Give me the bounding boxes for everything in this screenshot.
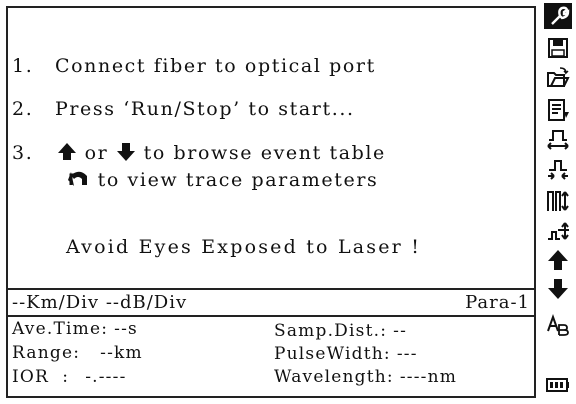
main-panel: 1. Connect fiber to optical port 2. Pres… xyxy=(6,6,536,398)
param-value: --km xyxy=(100,343,143,363)
battery-icon xyxy=(544,372,572,398)
instruction-text: Press ‘Run/Stop’ to start... xyxy=(54,98,355,120)
event-list-icon[interactable] xyxy=(544,97,572,123)
instruction-line-2: 2. Press ‘Run/Stop’ to start... xyxy=(12,98,355,120)
or-text: or xyxy=(84,142,109,164)
laser-warning: Avoid Eyes Exposed to Laser ! xyxy=(66,236,422,258)
param-value: -- xyxy=(393,321,408,341)
instruction-text: to browse event table xyxy=(143,142,386,164)
ior-field: IOR : -.---- xyxy=(12,367,127,387)
param-value: ----nm xyxy=(399,367,458,387)
instruction-text: to view trace parameters xyxy=(97,169,379,191)
instruction-area: 1. Connect fiber to optical port 2. Pres… xyxy=(8,8,534,288)
instruction-text: Connect fiber to optical port xyxy=(54,55,376,77)
samp-dist-field: Samp.Dist.: -- xyxy=(274,321,407,341)
parameter-panel: Ave.Time: --s Range: --km IOR : -.---- Samp… xyxy=(8,317,534,396)
param-label: IOR : xyxy=(12,367,70,387)
scale-bar: --Km/Div --dB/Div Para-1 xyxy=(8,288,534,317)
instruction-line-4: to view trace parameters xyxy=(68,169,378,191)
param-value: --s xyxy=(114,319,138,339)
vertical-scale-icon[interactable] xyxy=(544,188,572,214)
param-label: Samp.Dist.: xyxy=(274,321,388,341)
pulse-expand-icon[interactable] xyxy=(544,127,572,153)
arrow-up-icon[interactable] xyxy=(544,247,572,273)
scale-readout: --Km/Div --dB/Div xyxy=(12,292,188,313)
arrow-down-icon[interactable] xyxy=(544,276,572,302)
line-number: 2. xyxy=(12,98,34,120)
arrow-up-icon xyxy=(57,143,77,161)
ave-time-field: Ave.Time: --s xyxy=(12,319,138,339)
param-label: Ave.Time: xyxy=(12,319,109,339)
param-label: Range: xyxy=(12,343,81,363)
pulse-width-field: PulseWidth: --- xyxy=(274,344,418,364)
instruction-line-1: 1. Connect fiber to optical port xyxy=(12,55,376,77)
instruction-line-3: 3. or to browse event table xyxy=(12,142,386,164)
param-page-label: Para-1 xyxy=(465,292,530,313)
otdr-screen: 1. Connect fiber to optical port 2. Pres… xyxy=(0,0,576,404)
wavelength-field: Wavelength: ----nm xyxy=(274,367,457,387)
return-arrow-icon xyxy=(68,170,90,188)
save-icon[interactable] xyxy=(544,35,572,61)
arrow-down-icon xyxy=(116,143,136,161)
range-field: Range: --km xyxy=(12,343,143,363)
line-number: 1. xyxy=(12,55,34,77)
font-toggle-icon[interactable] xyxy=(544,312,572,338)
param-label: PulseWidth: xyxy=(274,344,391,364)
line-number: 3. xyxy=(12,142,34,164)
right-toolbar xyxy=(540,0,576,404)
param-value: --- xyxy=(396,344,418,364)
horizontal-scale-icon[interactable] xyxy=(544,218,572,244)
pulse-compress-icon[interactable] xyxy=(544,157,572,183)
open-folder-icon[interactable] xyxy=(544,65,572,91)
param-label: Wavelength: xyxy=(274,367,394,387)
param-value: -.---- xyxy=(85,367,127,387)
settings-wrench-icon[interactable] xyxy=(544,3,572,29)
